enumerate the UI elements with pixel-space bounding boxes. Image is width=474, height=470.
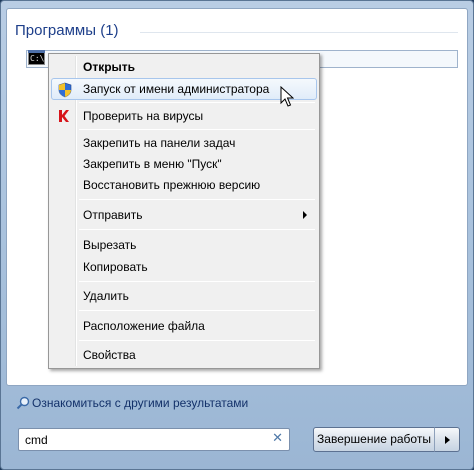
menu-item-scan-viruses[interactable]: Проверить на вирусы [51,105,317,127]
shutdown-button[interactable]: Завершение работы [313,427,435,452]
menu-item-cut[interactable]: Вырезать [51,234,317,256]
shutdown-options-arrow-icon[interactable] [434,427,460,452]
uac-shield-icon [58,82,72,98]
menu-separator [79,281,315,282]
menu-item-open[interactable]: Открыть [51,56,317,78]
see-more-results-link[interactable]: Ознакомиться с другими результатами [16,394,248,412]
menu-item-label: Проверить на вирусы [83,109,204,123]
menu-item-delete[interactable]: Удалить [51,285,317,307]
search-input[interactable]: cmd ✕ [18,428,290,451]
menu-item-pin-start[interactable]: Закрепить в меню "Пуск" [51,153,317,175]
menu-item-file-location[interactable]: Расположение файла [51,315,317,337]
menu-item-copy[interactable]: Копировать [51,256,317,278]
menu-item-label: Открыть [83,60,136,74]
clear-search-icon[interactable]: ✕ [272,431,283,446]
menu-item-label: Расположение файла [83,319,205,333]
menu-item-run-as-admin[interactable]: Запуск от имени администратора [51,78,317,100]
menu-item-send-to[interactable]: Отправить [51,204,317,226]
mouse-pointer-icon [280,86,294,107]
menu-item-label: Закрепить на панели задач [83,136,236,150]
menu-item-label: Свойства [83,348,136,362]
cmd-icon: C:\ [28,50,45,65]
group-divider [140,32,458,33]
menu-item-label: Отправить [83,208,143,222]
menu-item-label: Восстановить прежнюю версию [83,178,261,192]
menu-item-restore-previous[interactable]: Восстановить прежнюю версию [51,174,317,196]
search-input-value: cmd [25,433,48,447]
menu-separator [79,340,315,341]
menu-separator [79,199,315,200]
menu-item-label: Запуск от имени администратора [83,82,270,96]
submenu-arrow-icon [303,211,307,219]
menu-item-label: Копировать [83,260,148,274]
menu-item-pin-taskbar[interactable]: Закрепить на панели задач [51,132,317,154]
magnifier-icon [16,396,30,410]
menu-item-properties[interactable]: Свойства [51,344,317,366]
kaspersky-icon [59,110,69,122]
programs-group-title: Программы (1) [15,22,119,39]
see-more-results-label: Ознакомиться с другими результатами [32,396,249,410]
menu-item-label: Удалить [83,289,129,303]
menu-separator [79,310,315,311]
menu-item-label: Вырезать [83,238,137,252]
menu-separator [79,229,315,230]
menu-item-label: Закрепить в меню "Пуск" [83,157,222,171]
menu-separator [79,129,315,130]
